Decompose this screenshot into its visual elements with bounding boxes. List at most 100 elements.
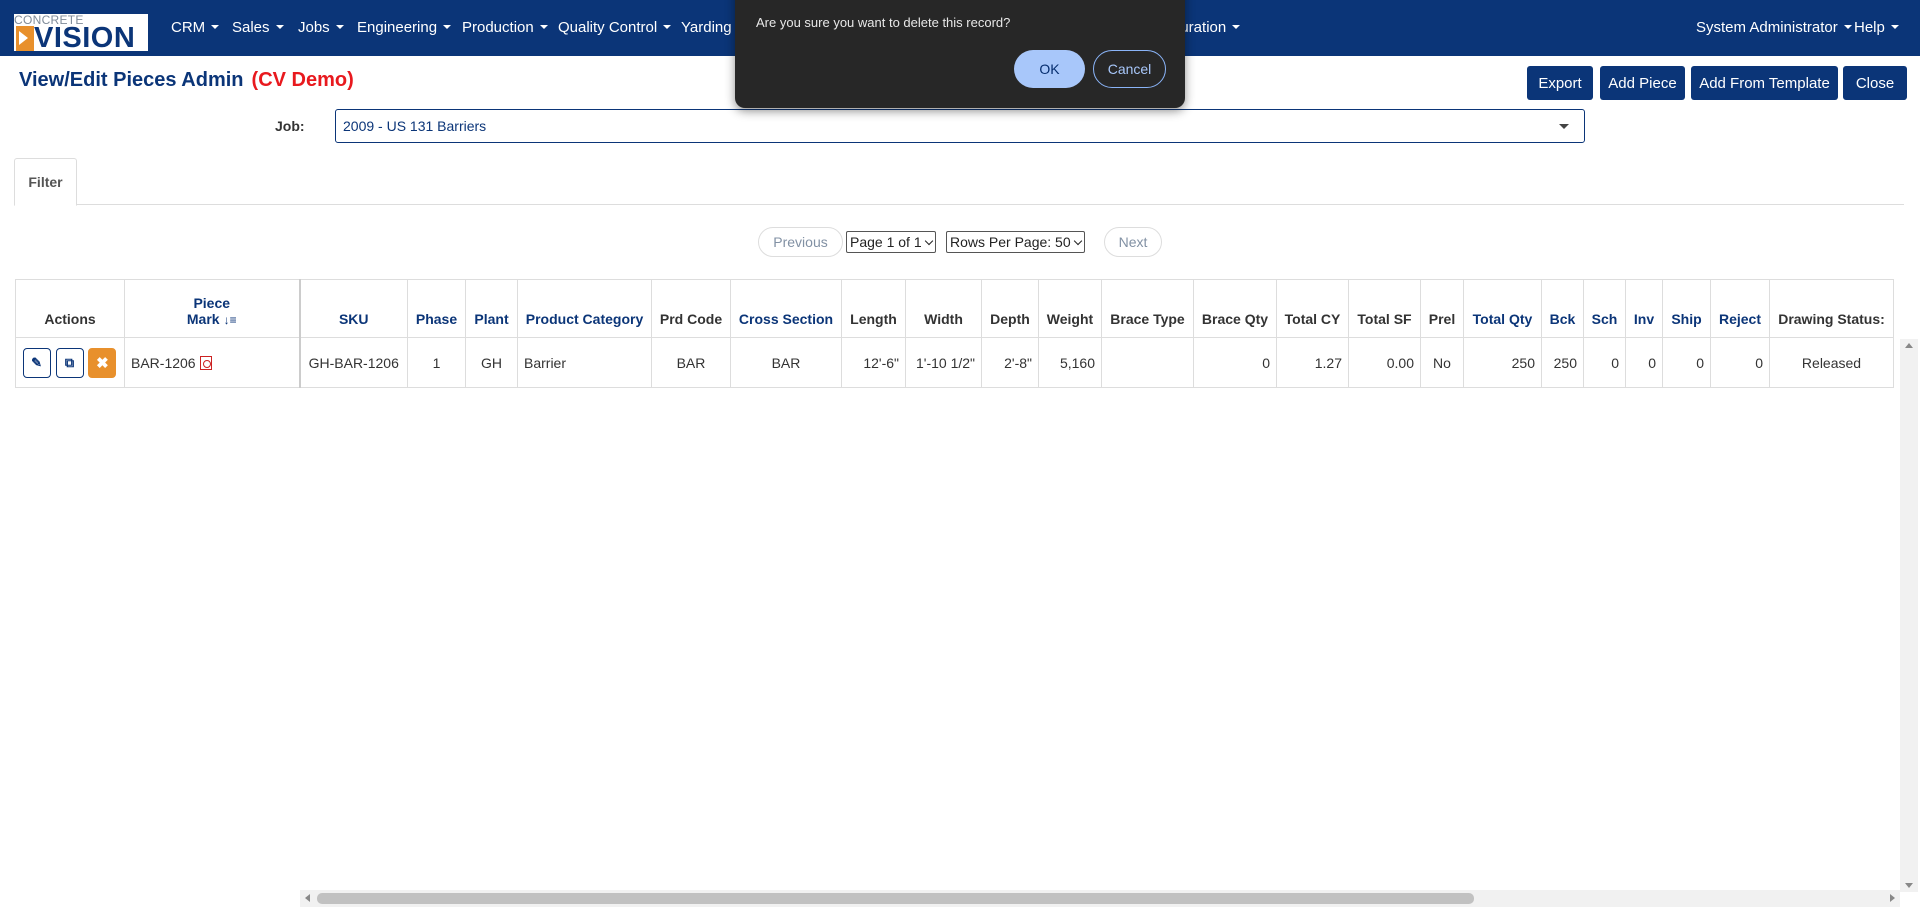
nav-quality-control[interactable]: Quality Control xyxy=(558,19,672,36)
chevron-down-icon xyxy=(211,25,220,29)
col-ship[interactable]: Ship xyxy=(1662,279,1711,338)
col-total-qty[interactable]: Total Qty xyxy=(1463,279,1542,338)
pieces-table: Actions Piece Mark ↓≡ SKU Phase Plant Pro… xyxy=(15,279,1894,388)
tab-filter[interactable]: Filter xyxy=(14,158,77,206)
col-bck[interactable]: Bck xyxy=(1541,279,1584,338)
nav-help[interactable]: Help xyxy=(1854,19,1899,36)
copy-button[interactable]: ⧉ xyxy=(55,347,84,378)
col-brace-type: Brace Type xyxy=(1101,279,1194,338)
nav-jobs[interactable]: Jobs xyxy=(298,19,344,36)
cell-length: 12'-6" xyxy=(841,337,906,388)
col-piece-mark[interactable]: Piece Mark ↓≡ xyxy=(124,279,301,338)
scroll-down-arrow-icon[interactable] xyxy=(1905,883,1913,888)
col-sch[interactable]: Sch xyxy=(1583,279,1626,338)
delete-button[interactable]: ✖ xyxy=(88,347,117,378)
nav-user-label: System Administrator xyxy=(1696,19,1838,36)
close-button[interactable]: Close xyxy=(1843,66,1907,100)
nav-engineering[interactable]: Engineering xyxy=(357,19,452,36)
chevron-down-icon xyxy=(275,25,284,29)
col-cross-section[interactable]: Cross Section xyxy=(730,279,842,338)
pdf-icon[interactable] xyxy=(199,355,212,370)
logo-big-text: VISION xyxy=(34,22,136,54)
cell-sch: 0 xyxy=(1583,337,1626,388)
col-piece-mark-line2: Mark xyxy=(186,311,220,327)
col-prd-code: Prd Code xyxy=(651,279,731,338)
nav-sales[interactable]: Sales xyxy=(232,19,284,36)
vertical-scrollbar[interactable] xyxy=(1900,339,1918,892)
col-depth: Depth xyxy=(981,279,1039,338)
cell-piece-mark: BAR-1206 xyxy=(124,337,301,388)
col-phase[interactable]: Phase xyxy=(407,279,466,338)
page-title-text: View/Edit Pieces Admin xyxy=(19,69,244,91)
export-button[interactable]: Export xyxy=(1527,66,1593,100)
chevron-down-icon xyxy=(1843,25,1852,29)
nav-yarding[interactable]: Yarding xyxy=(681,19,732,36)
delete-confirm-dialog: Are you sure you want to delete this rec… xyxy=(735,0,1185,108)
concrete-vision-logo[interactable]: CONCRETE VISION xyxy=(14,14,148,54)
col-total-sf: Total SF xyxy=(1348,279,1421,338)
previous-page-button[interactable]: Previous xyxy=(758,227,843,257)
nav-production[interactable]: Production xyxy=(462,19,548,36)
cell-brace-type xyxy=(1101,337,1194,388)
nav-crm-label: CRM xyxy=(171,19,206,36)
sort-ascending-icon[interactable]: ↓≡ xyxy=(224,313,237,327)
nav-crm[interactable]: CRM xyxy=(171,19,220,36)
col-width: Width xyxy=(905,279,982,338)
cell-total-cy: 1.27 xyxy=(1276,337,1349,388)
scroll-right-arrow-icon[interactable] xyxy=(1890,894,1895,902)
horizontal-scrollbar[interactable] xyxy=(300,890,1900,907)
col-drawing-status: Drawing Status: xyxy=(1769,279,1894,338)
job-select[interactable]: 2009 - US 131 Barriers xyxy=(335,109,1585,143)
cell-phase: 1 xyxy=(407,337,466,388)
cell-prd-code: BAR xyxy=(651,337,731,388)
next-page-button[interactable]: Next xyxy=(1104,227,1162,257)
demo-badge: (CV Demo) xyxy=(251,69,354,91)
page-select[interactable]: Page 1 of 1 xyxy=(846,231,936,253)
scroll-left-arrow-icon[interactable] xyxy=(305,894,310,902)
ok-button[interactable]: OK xyxy=(1014,50,1085,88)
cell-product-category: Barrier xyxy=(517,337,652,388)
nav-user-menu[interactable]: System Administrator xyxy=(1696,19,1852,36)
cell-bck: 250 xyxy=(1541,337,1584,388)
cell-plant: GH xyxy=(465,337,518,388)
col-weight: Weight xyxy=(1038,279,1102,338)
col-prel: Prel xyxy=(1420,279,1464,338)
logo-arrow-icon xyxy=(16,26,34,51)
chevron-down-icon xyxy=(443,25,452,29)
dialog-message: Are you sure you want to delete this rec… xyxy=(756,15,1011,30)
col-piece-mark-line1: Piece xyxy=(193,295,231,311)
col-total-cy: Total CY xyxy=(1276,279,1349,338)
nav-help-label: Help xyxy=(1854,19,1885,36)
col-inv[interactable]: Inv xyxy=(1625,279,1663,338)
cell-total-sf: 0.00 xyxy=(1348,337,1421,388)
col-product-category[interactable]: Product Category xyxy=(517,279,652,338)
cell-ship: 0 xyxy=(1662,337,1711,388)
cell-total-qty: 250 xyxy=(1463,337,1542,388)
cell-cross-section: BAR xyxy=(730,337,842,388)
add-piece-button[interactable]: Add Piece xyxy=(1600,66,1685,100)
job-label: Job: xyxy=(275,118,305,134)
job-select-value: 2009 - US 131 Barriers xyxy=(343,118,487,134)
cell-drawing-status: Released xyxy=(1769,337,1894,388)
table-row: ✎ ⧉ ✖ BAR-1206 GH-BAR-1206 1 GH Barrier … xyxy=(15,337,1894,388)
add-from-template-button[interactable]: Add From Template xyxy=(1691,66,1838,100)
rows-per-page-select[interactable]: Rows Per Page: 50 xyxy=(946,231,1085,253)
edit-button[interactable]: ✎ xyxy=(22,347,51,378)
col-plant[interactable]: Plant xyxy=(465,279,518,338)
cell-depth: 2'-8" xyxy=(981,337,1039,388)
col-actions: Actions xyxy=(15,279,125,338)
col-sku[interactable]: SKU xyxy=(299,279,408,338)
chevron-down-icon xyxy=(1073,236,1082,246)
col-reject[interactable]: Reject xyxy=(1710,279,1770,338)
nav-engineering-label: Engineering xyxy=(357,19,438,36)
page-title: View/Edit Pieces Admin (CV Demo) xyxy=(19,69,354,92)
cell-inv: 0 xyxy=(1625,337,1663,388)
nav-sales-label: Sales xyxy=(232,19,270,36)
chevron-down-icon xyxy=(1890,25,1899,29)
scroll-up-arrow-icon[interactable] xyxy=(1905,343,1913,348)
horizontal-scroll-thumb[interactable] xyxy=(317,893,1474,904)
cancel-button[interactable]: Cancel xyxy=(1093,50,1166,88)
piece-mark-text: BAR-1206 xyxy=(131,354,196,371)
tab-divider xyxy=(14,204,1904,205)
nav-jobs-label: Jobs xyxy=(298,19,330,36)
